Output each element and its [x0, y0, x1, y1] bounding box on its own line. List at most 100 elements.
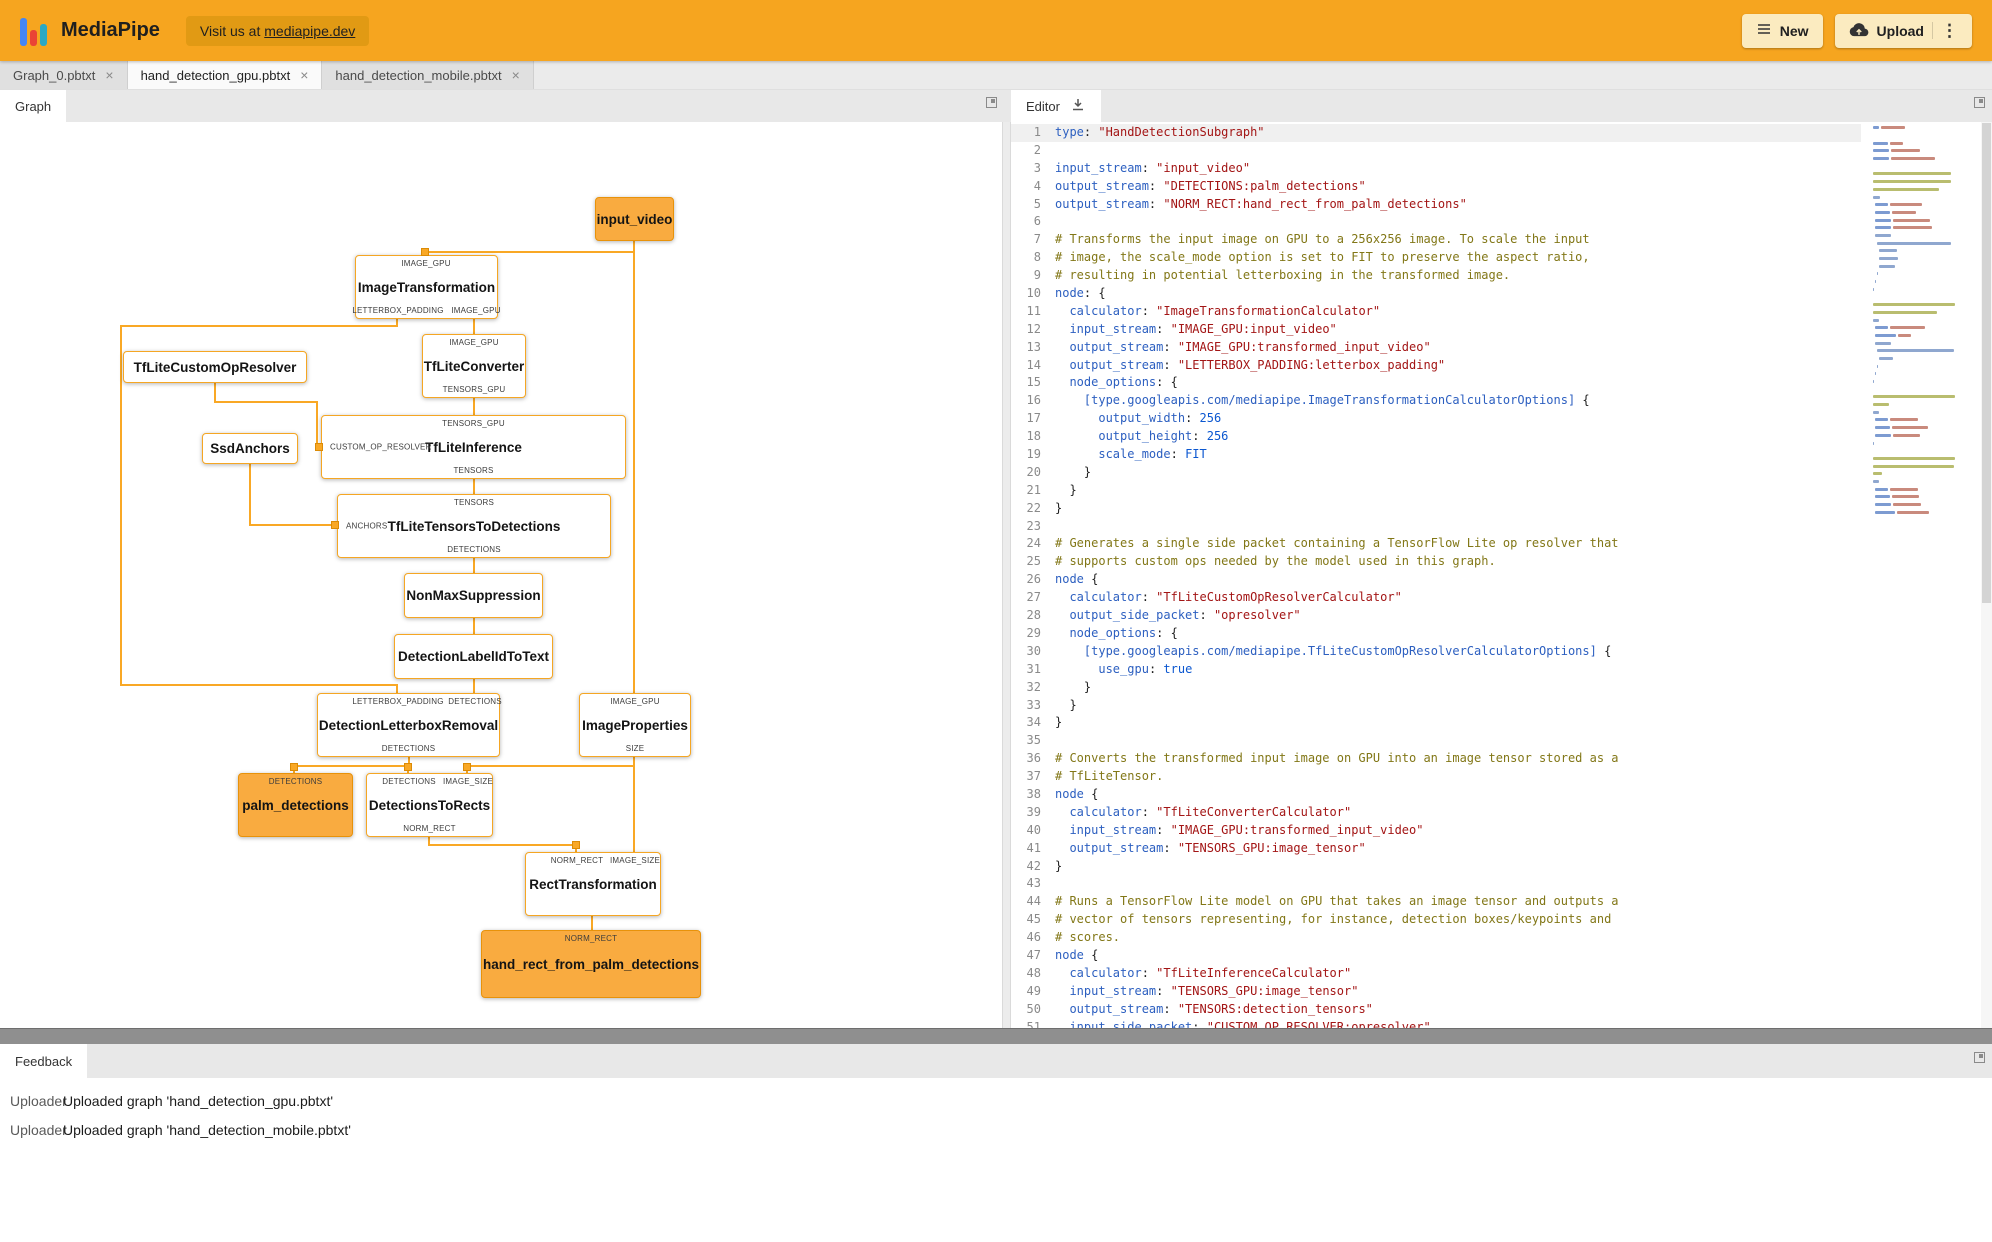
code-line: 44 # Runs a TensorFlow Lite model on GPU … — [1011, 893, 1861, 911]
line-number: 4 — [1033, 178, 1041, 193]
feedback-row: Uploader Uploaded graph 'hand_detection_… — [0, 1115, 1992, 1144]
port-label: IMAGE_GPU — [449, 338, 499, 347]
feedback-popout-icon[interactable] — [1974, 1052, 1985, 1063]
graph-edge — [473, 479, 475, 495]
port-label: TENSORS_GPU — [442, 385, 506, 394]
new-button-label: New — [1779, 22, 1809, 39]
port-label: IMAGE_GPU — [401, 259, 451, 268]
editor-minimap[interactable] — [1873, 124, 1965, 516]
new-button[interactable]: New — [1741, 13, 1823, 48]
tab-editor-panel[interactable]: Editor — [1011, 90, 1101, 122]
minimap-line — [1873, 247, 1965, 255]
mediapipe-logo-icon — [20, 16, 47, 46]
code-line: 7 # Transforms the input image on GPU to … — [1011, 231, 1861, 249]
graph-node-hand-rect-from-palm-detections[interactable]: NORM_RECT hand_rect_from_palm_detections — [481, 930, 701, 998]
tab-label: Graph_0.pbtxt — [13, 67, 96, 83]
close-icon[interactable]: × — [105, 68, 113, 82]
node-label: palm_detections — [242, 797, 349, 813]
line-number: 31 — [1026, 661, 1041, 676]
graph-edge — [466, 765, 635, 767]
line-number: 28 — [1026, 608, 1041, 623]
line-number: 38 — [1026, 786, 1041, 801]
graph-node-ssd-anchors[interactable]: SsdAnchors — [202, 433, 298, 464]
graph-node-tflite-tensors-to-detections[interactable]: TENSORS ANCHORS TfLiteTensorsToDetection… — [337, 494, 611, 558]
code-line: 24 # Generates a single side packet conta… — [1011, 535, 1861, 553]
minimap-line — [1873, 132, 1965, 140]
port-label: IMAGE_SIZE — [442, 777, 494, 786]
graph-edge — [316, 401, 318, 447]
upload-button[interactable]: Upload ⋮ — [1834, 13, 1972, 48]
graph-node-image-properties[interactable]: IMAGE_GPU ImageProperties SIZE — [579, 693, 691, 757]
graph-node-non-max-suppression[interactable]: NonMaxSuppression — [404, 573, 543, 618]
code-line: 18 output_height: 256 — [1011, 428, 1861, 446]
graph-node-detection-label-id-to-text[interactable]: DetectionLabelIdToText — [394, 634, 553, 679]
graph-canvas[interactable]: input_video IMAGE_GPU ImageTransformatio… — [0, 122, 1002, 1028]
node-label: NonMaxSuppression — [406, 588, 541, 603]
edge-connector — [463, 763, 471, 771]
node-label: SsdAnchors — [210, 441, 290, 456]
tab-graph-0-pbtxt[interactable]: Graph_0.pbtxt × — [0, 61, 128, 89]
code-line: 9 # resulting in potential letterboxing i… — [1011, 267, 1861, 285]
graph-node-tflite-inference[interactable]: TENSORS_GPU CUSTOM_OP_RESOLVER TfLiteInf… — [321, 415, 626, 479]
close-icon[interactable]: × — [512, 68, 520, 82]
line-number: 10 — [1026, 286, 1041, 301]
tab-graph-panel[interactable]: Graph — [0, 90, 67, 122]
code-line: 22} — [1011, 500, 1861, 518]
port-label: DETECTIONS — [268, 777, 323, 786]
code-line: 4 output_stream: "DETECTIONS:palm_detecti… — [1011, 178, 1861, 196]
minimap-line — [1873, 478, 1965, 486]
minimap-line — [1873, 370, 1965, 378]
minimap-line — [1873, 432, 1965, 440]
graph-node-detections-to-rects[interactable]: DETECTIONS IMAGE_SIZE DetectionsToRects … — [366, 773, 493, 837]
graph-node-rect-transformation[interactable]: NORM_RECT IMAGE_SIZE RectTransformation — [525, 852, 661, 916]
code-line: 49 input_stream: "TENSORS_GPU:image_tens… — [1011, 983, 1861, 1001]
more-options-icon[interactable]: ⋮ — [1932, 22, 1958, 39]
line-number: 6 — [1033, 214, 1041, 229]
graph-node-palm-detections[interactable]: DETECTIONS palm_detections — [238, 773, 353, 837]
code-line: 48 calculator: "TfLiteInferenceCalculato… — [1011, 965, 1861, 983]
tab-hand-detection-gpu-pbtxt[interactable]: hand_detection_gpu.pbtxt × — [127, 61, 323, 89]
code-line: 50 output_stream: "TENSORS:detection_ten… — [1011, 1001, 1861, 1019]
port-label: DETECTIONS — [447, 545, 501, 554]
menu-icon — [1756, 21, 1772, 40]
graph-node-tflite-converter[interactable]: IMAGE_GPU TfLiteConverter TENSORS_GPU — [422, 334, 526, 398]
graph-node-input-video[interactable]: input_video — [595, 197, 674, 241]
code-editor[interactable]: 1 type: "HandDetectionSubgraph" 2 3 input_st… — [1011, 124, 1861, 1028]
horizontal-splitter[interactable] — [0, 1028, 1992, 1044]
tab-hand-detection-mobile-pbtxt[interactable]: hand_detection_mobile.pbtxt × — [322, 61, 534, 89]
minimap-line — [1873, 408, 1965, 416]
line-number: 14 — [1026, 357, 1041, 372]
line-number: 48 — [1026, 965, 1041, 980]
mediapipe-dev-link[interactable]: mediapipe.dev — [264, 23, 355, 39]
scrollbar-thumb[interactable] — [1982, 123, 1991, 603]
port-label: DETECTIONS — [448, 697, 502, 706]
line-number: 26 — [1026, 572, 1041, 587]
minimap-line — [1873, 139, 1965, 147]
graph-popout-icon[interactable] — [986, 97, 997, 108]
code-line: 46 # scores. — [1011, 929, 1861, 947]
tab-feedback-panel[interactable]: Feedback — [0, 1044, 88, 1078]
feedback-source: Uploader — [10, 1092, 67, 1109]
minimap-line — [1873, 293, 1965, 301]
code-line: 26 node { — [1011, 571, 1861, 589]
mediapipe-visualizer: MediaPipe Visit us at mediapipe.dev New … — [0, 0, 1992, 1242]
feedback-row: Uploader Uploaded graph 'hand_detection_… — [0, 1086, 1992, 1115]
code-line: 20 } — [1011, 464, 1861, 482]
editor-scrollbar[interactable] — [1981, 122, 1992, 1028]
graph-node-detection-letterbox-removal[interactable]: LETTERBOX_PADDING DETECTIONS DetectionLe… — [317, 693, 502, 757]
code-line: 43 — [1011, 875, 1861, 893]
visit-chip: Visit us at mediapipe.dev — [185, 15, 370, 46]
line-number: 43 — [1026, 876, 1041, 891]
code-line: 15 node_options: { — [1011, 374, 1861, 392]
line-number: 2 — [1033, 142, 1041, 157]
minimap-line — [1873, 262, 1965, 270]
download-icon[interactable] — [1070, 97, 1086, 116]
port-label: ANCHORS — [346, 521, 388, 531]
minimap-line — [1873, 147, 1965, 155]
graph-node-tflite-custom-op-resolver[interactable]: TfLiteCustomOpResolver — [123, 351, 307, 383]
graph-edge — [473, 558, 475, 574]
graph-node-image-transformation[interactable]: IMAGE_GPU ImageTransformation LETTERBOX_… — [352, 255, 500, 319]
vertical-splitter[interactable] — [1002, 122, 1011, 1028]
close-icon[interactable]: × — [300, 68, 308, 82]
editor-popout-icon[interactable] — [1974, 97, 1985, 108]
